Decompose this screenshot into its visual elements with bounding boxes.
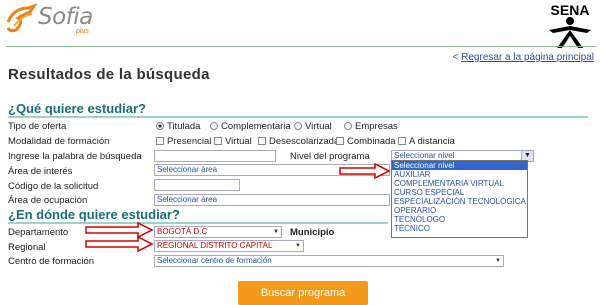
arrow-to-nivel-icon xyxy=(339,162,391,180)
arrow-to-regional-icon xyxy=(85,235,154,253)
annotation-arrows xyxy=(85,162,391,253)
arrow-to-departamento-icon xyxy=(85,221,154,239)
